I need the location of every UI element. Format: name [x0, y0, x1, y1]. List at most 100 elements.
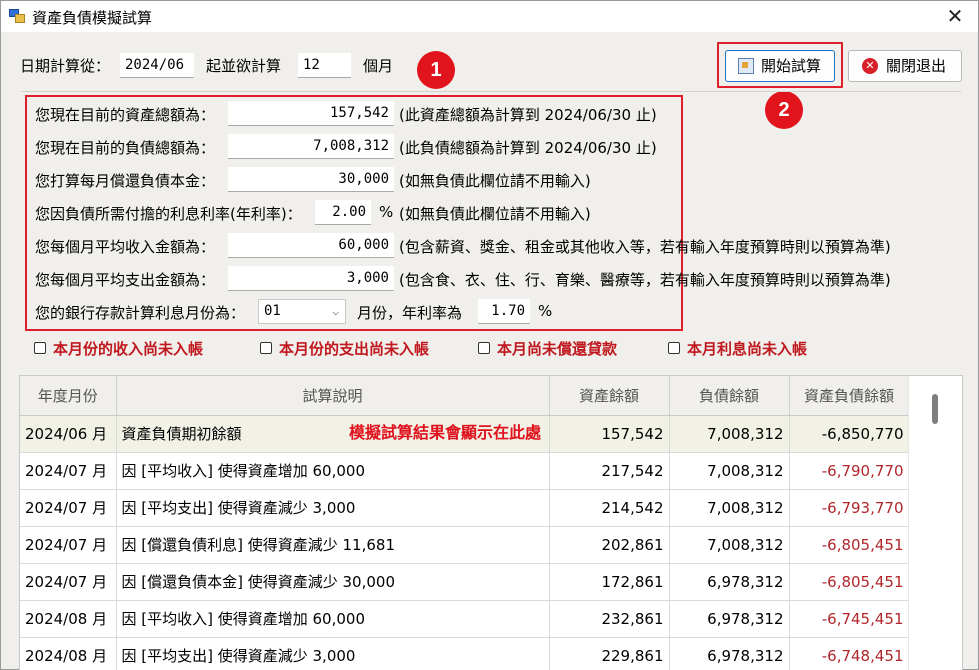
checkbox-box[interactable] — [260, 342, 272, 354]
checkbox-label: 本月份的收入尚未入帳 — [53, 340, 204, 358]
table-row[interactable]: 2024/08 月 因 [平均收入] 使得資產增加 60,000 232,861… — [20, 600, 910, 638]
assets-input[interactable]: 157,542 — [228, 101, 394, 126]
group-divider — [21, 91, 961, 92]
cell-description: 因 [償還負債本金] 使得資產減少 30,000 — [116, 563, 550, 601]
results-grid[interactable]: 年度月份 試算說明 資產餘額 負債餘額 資產負債餘額 2024/06 月 資產負… — [19, 375, 963, 670]
principal-input[interactable]: 30,000 — [228, 167, 394, 192]
window-title: 資產負債模擬試算 — [32, 9, 153, 27]
principal-note: (如無負債此欄位請不用輸入) — [399, 172, 591, 190]
interest-rate-input[interactable]: 2.00 — [315, 200, 371, 225]
cell-description: 因 [平均支出] 使得資產減少 3,000 — [116, 637, 550, 670]
cell-net: -6,793,770 — [789, 489, 910, 527]
cell-net: -6,805,451 — [789, 563, 910, 601]
column-header-net[interactable]: 資產負債餘額 — [789, 376, 910, 416]
cell-assets: 202,861 — [549, 526, 670, 564]
interest-rate-note: (如無負債此欄位請不用輸入) — [399, 205, 591, 223]
cell-assets: 232,861 — [549, 600, 670, 638]
expense-note: (包含食、衣、住、行、育樂、醫療等，若有輸入年度預算時則以預算為準) — [399, 271, 891, 289]
table-row[interactable]: 2024/07 月 因 [平均支出] 使得資產減少 3,000 214,542 … — [20, 489, 910, 527]
principal-label: 您打算每月償還負債本金： — [35, 172, 216, 190]
cell-month: 2024/07 月 — [20, 452, 117, 490]
bank-rate-label: 月份，年利率為 — [357, 304, 463, 322]
checkbox-label: 本月份的支出尚未入帳 — [279, 340, 430, 358]
start-button-highlight — [717, 42, 843, 88]
grid-header-row: 年度月份 試算說明 資產餘額 負債餘額 資產負債餘額 — [20, 376, 910, 416]
app-icon — [9, 9, 25, 23]
expense-label: 您每個月平均支出金額為： — [35, 271, 216, 289]
date-from-label: 日期計算從： — [20, 57, 111, 75]
cell-liabilities: 6,978,312 — [669, 600, 790, 638]
income-input[interactable]: 60,000 — [228, 233, 394, 258]
column-header-description[interactable]: 試算說明 — [116, 376, 550, 416]
cell-month: 2024/08 月 — [20, 600, 117, 638]
months-label-suffix: 個月 — [363, 57, 394, 75]
table-row[interactable]: 2024/08 月 因 [平均支出] 使得資產減少 3,000 229,861 … — [20, 637, 910, 670]
column-header-month[interactable]: 年度月份 — [20, 376, 117, 416]
cell-liabilities: 7,008,312 — [669, 526, 790, 564]
close-exit-button[interactable]: ✕ 關閉退出 — [848, 50, 962, 82]
assets-label: 您現在目前的資產總額為： — [35, 106, 216, 124]
cell-assets: 157,542 — [549, 415, 670, 453]
cell-month: 2024/06 月 — [20, 415, 117, 453]
liabilities-input[interactable]: 7,008,312 — [228, 134, 394, 159]
table-row[interactable]: 2024/07 月 因 [平均收入] 使得資產增加 60,000 217,542… — [20, 452, 910, 490]
cell-description: 因 [平均收入] 使得資產增加 60,000 — [116, 600, 550, 638]
cell-month: 2024/07 月 — [20, 489, 117, 527]
bank-month-value: 01 — [264, 303, 281, 319]
bank-rate-unit: % — [538, 302, 553, 320]
chevron-down-icon: ⌵ — [332, 305, 339, 318]
cell-description: 因 [償還負債利息] 使得資產減少 11,681 — [116, 526, 550, 564]
liabilities-note: (此負債總額為計算到 2024/06/30 止) — [399, 139, 657, 157]
checkbox-box[interactable] — [478, 342, 490, 354]
cell-liabilities: 7,008,312 — [669, 452, 790, 490]
cell-net: -6,748,451 — [789, 637, 910, 670]
checkbox-label: 本月尚未償還貸款 — [497, 340, 618, 358]
months-input[interactable]: 12 — [298, 53, 351, 78]
cell-month: 2024/07 月 — [20, 563, 117, 601]
cell-liabilities: 7,008,312 — [669, 489, 790, 527]
cell-assets: 214,542 — [549, 489, 670, 527]
cell-description: 因 [平均支出] 使得資產減少 3,000 — [116, 489, 550, 527]
cell-net: -6,805,451 — [789, 526, 910, 564]
cell-liabilities: 6,978,312 — [669, 563, 790, 601]
result-placeholder-note: 模擬試算結果會顯示在此處 — [349, 423, 542, 442]
income-label: 您每個月平均收入金額為： — [35, 238, 216, 256]
close-button-label: 關閉退出 — [886, 57, 947, 75]
cell-assets: 229,861 — [549, 637, 670, 670]
months-label-prefix: 起並欲計算 — [206, 57, 282, 75]
bank-rate-input[interactable]: 1.70 — [478, 299, 530, 324]
cell-net: -6,850,770 — [789, 415, 910, 453]
window-close-icon[interactable]: ✕ — [932, 1, 978, 32]
cell-liabilities: 6,978,312 — [669, 637, 790, 670]
vertical-scrollbar[interactable] — [908, 376, 962, 670]
marker-2: 2 — [765, 91, 803, 129]
liabilities-label: 您現在目前的負債總額為： — [35, 139, 216, 157]
cell-net: -6,790,770 — [789, 452, 910, 490]
checkbox-label: 本月利息尚未入帳 — [687, 340, 808, 358]
cell-description: 因 [平均收入] 使得資產增加 60,000 — [116, 452, 550, 490]
cell-assets: 217,542 — [549, 452, 670, 490]
interest-rate-unit: % — [379, 203, 394, 221]
cell-month: 2024/07 月 — [20, 526, 117, 564]
table-row[interactable]: 2024/07 月 因 [償還負債利息] 使得資產減少 11,681 202,8… — [20, 526, 910, 564]
title-bar: 資產負債模擬試算 ✕ — [1, 1, 978, 32]
expense-input[interactable]: 3,000 — [228, 266, 394, 291]
table-row[interactable]: 2024/07 月 因 [償還負債本金] 使得資產減少 30,000 172,8… — [20, 563, 910, 601]
bank-month-select[interactable]: 01 ⌵ — [258, 299, 346, 324]
cell-liabilities: 7,008,312 — [669, 415, 790, 453]
app-window: 資產負債模擬試算 ✕ 日期計算從： 2024/06 起並欲計算 12 個月 1 … — [0, 0, 979, 670]
assets-note: (此資產總額為計算到 2024/06/30 止) — [399, 106, 657, 124]
cell-assets: 172,861 — [549, 563, 670, 601]
column-header-liabilities[interactable]: 負債餘額 — [669, 376, 790, 416]
scrollbar-thumb[interactable] — [932, 394, 938, 424]
stop-icon: ✕ — [862, 58, 878, 74]
cell-net: -6,745,451 — [789, 600, 910, 638]
date-from-input[interactable]: 2024/06 — [120, 53, 194, 78]
bank-month-label: 您的銀行存款計算利息月份為： — [35, 304, 246, 322]
checkbox-box[interactable] — [34, 342, 46, 354]
interest-rate-label: 您因負債所需付擔的利息利率(年利率)： — [35, 205, 302, 223]
checkbox-box[interactable] — [668, 342, 680, 354]
marker-1: 1 — [417, 51, 455, 89]
column-header-assets[interactable]: 資產餘額 — [549, 376, 670, 416]
cell-month: 2024/08 月 — [20, 637, 117, 670]
